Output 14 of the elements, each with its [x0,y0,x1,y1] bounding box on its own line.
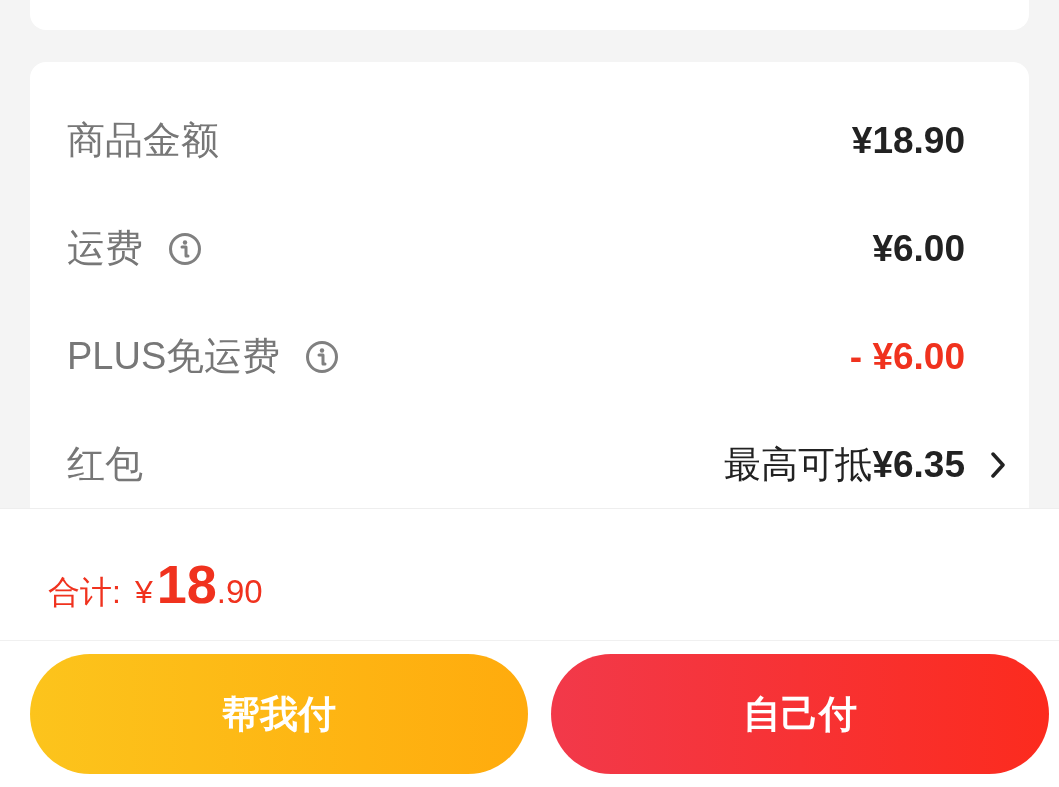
info-icon[interactable] [169,233,201,265]
fee-label: 红包 [67,442,143,488]
chevron-right-icon[interactable] [991,452,1005,478]
pay-button[interactable]: 自己付 [551,654,1049,774]
fee-amount: - ¥6.00 [849,334,965,379]
total-amount: ¥18.90 [134,553,263,616]
max-deduction-value[interactable]: 最高可抵¥6.35 [724,442,965,488]
info-icon[interactable] [306,341,339,373]
fee-label: 商品金额 [67,118,219,164]
fee-label: PLUS免运费 [67,334,281,380]
total-label: 合计: [48,573,121,612]
fee-label: 运费 [67,226,143,272]
fee-amount: ¥18.90 [851,118,965,163]
fee-amount: ¥6.00 [872,226,965,271]
